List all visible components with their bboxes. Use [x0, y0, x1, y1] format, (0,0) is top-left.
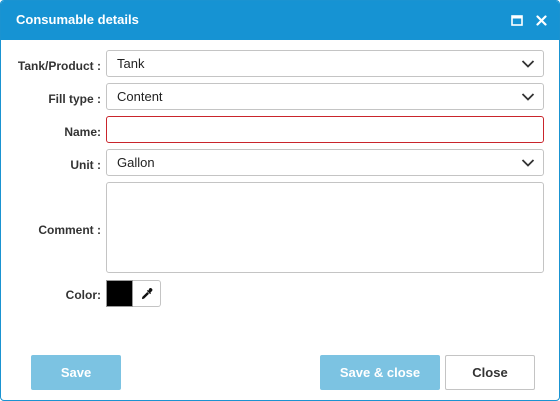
- tank-product-label: Tank/Product :: [17, 59, 101, 73]
- unit-value: Gallon: [117, 155, 155, 170]
- tank-product-value: Tank: [117, 56, 145, 71]
- maximize-icon[interactable]: [509, 12, 525, 28]
- unit-select[interactable]: Gallon: [106, 149, 544, 176]
- dialog-title: Consumable details: [16, 12, 139, 27]
- fill-type-label: Fill type :: [48, 92, 101, 106]
- save-button[interactable]: Save: [31, 355, 121, 390]
- comment-textarea[interactable]: [106, 182, 544, 273]
- chevron-down-icon: [521, 159, 535, 167]
- chevron-down-icon: [521, 60, 535, 68]
- color-swatch[interactable]: [106, 280, 133, 307]
- close-button[interactable]: Close: [445, 355, 535, 390]
- color-label: Color:: [65, 288, 101, 302]
- dialog-titlebar: Consumable details: [1, 1, 559, 40]
- name-label: Name:: [64, 125, 101, 139]
- fill-type-value: Content: [117, 89, 163, 104]
- unit-label: Unit :: [70, 158, 101, 172]
- consumable-details-dialog: Consumable details Tank/Product : Tank F…: [0, 0, 560, 401]
- color-picker-button[interactable]: [133, 280, 161, 307]
- chevron-down-icon: [521, 93, 535, 101]
- tank-product-select[interactable]: Tank: [106, 50, 544, 77]
- eyedropper-icon: [141, 287, 152, 299]
- name-input[interactable]: [106, 116, 544, 143]
- save-and-close-button[interactable]: Save & close: [320, 355, 440, 390]
- fill-type-select[interactable]: Content: [106, 83, 544, 110]
- close-icon[interactable]: [533, 12, 549, 28]
- comment-label: Comment :: [38, 223, 101, 237]
